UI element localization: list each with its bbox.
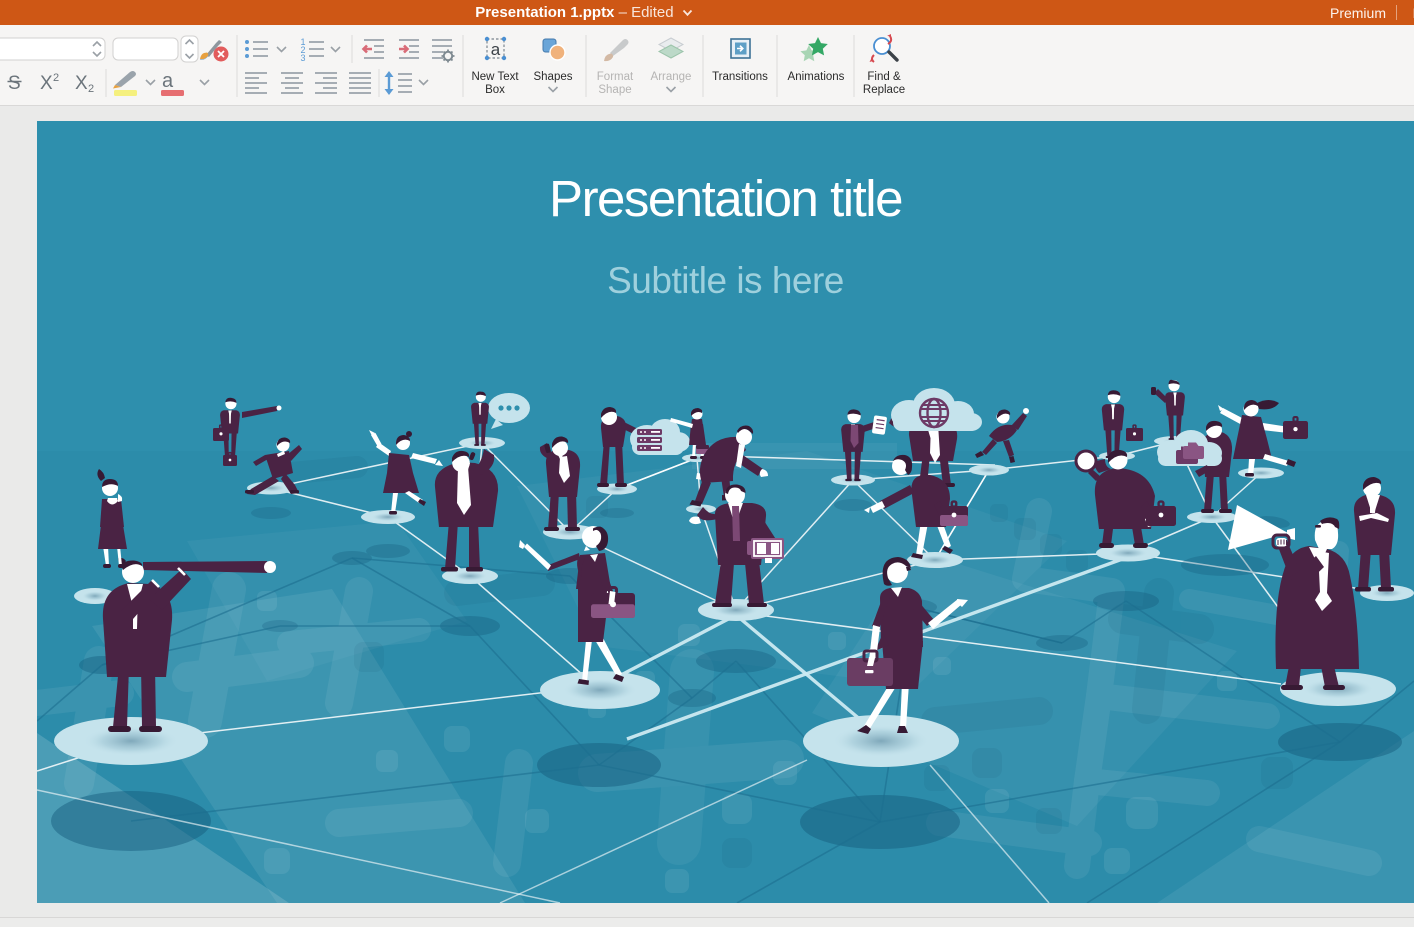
svg-text:Arrange: Arrange <box>651 71 692 83</box>
svg-text:S: S <box>8 73 21 94</box>
svg-text:Replace: Replace <box>863 84 905 96</box>
svg-text:3: 3 <box>300 53 305 63</box>
svg-text:Box: Box <box>485 84 505 96</box>
svg-text:Shape: Shape <box>598 84 631 96</box>
svg-text:Transitions: Transitions <box>712 71 768 83</box>
svg-text:2: 2 <box>88 83 94 95</box>
svg-text:Animations: Animations <box>788 71 845 83</box>
svg-text:2: 2 <box>53 72 59 84</box>
svg-text:Find &: Find & <box>867 71 901 83</box>
svg-text:a: a <box>491 40 501 59</box>
svg-text:X: X <box>40 73 53 94</box>
svg-text:New Text: New Text <box>471 71 519 83</box>
svg-text:Shapes: Shapes <box>533 71 572 83</box>
svg-text:X: X <box>75 73 88 94</box>
svg-text:a: a <box>162 70 174 92</box>
svg-text:Format: Format <box>597 71 634 83</box>
